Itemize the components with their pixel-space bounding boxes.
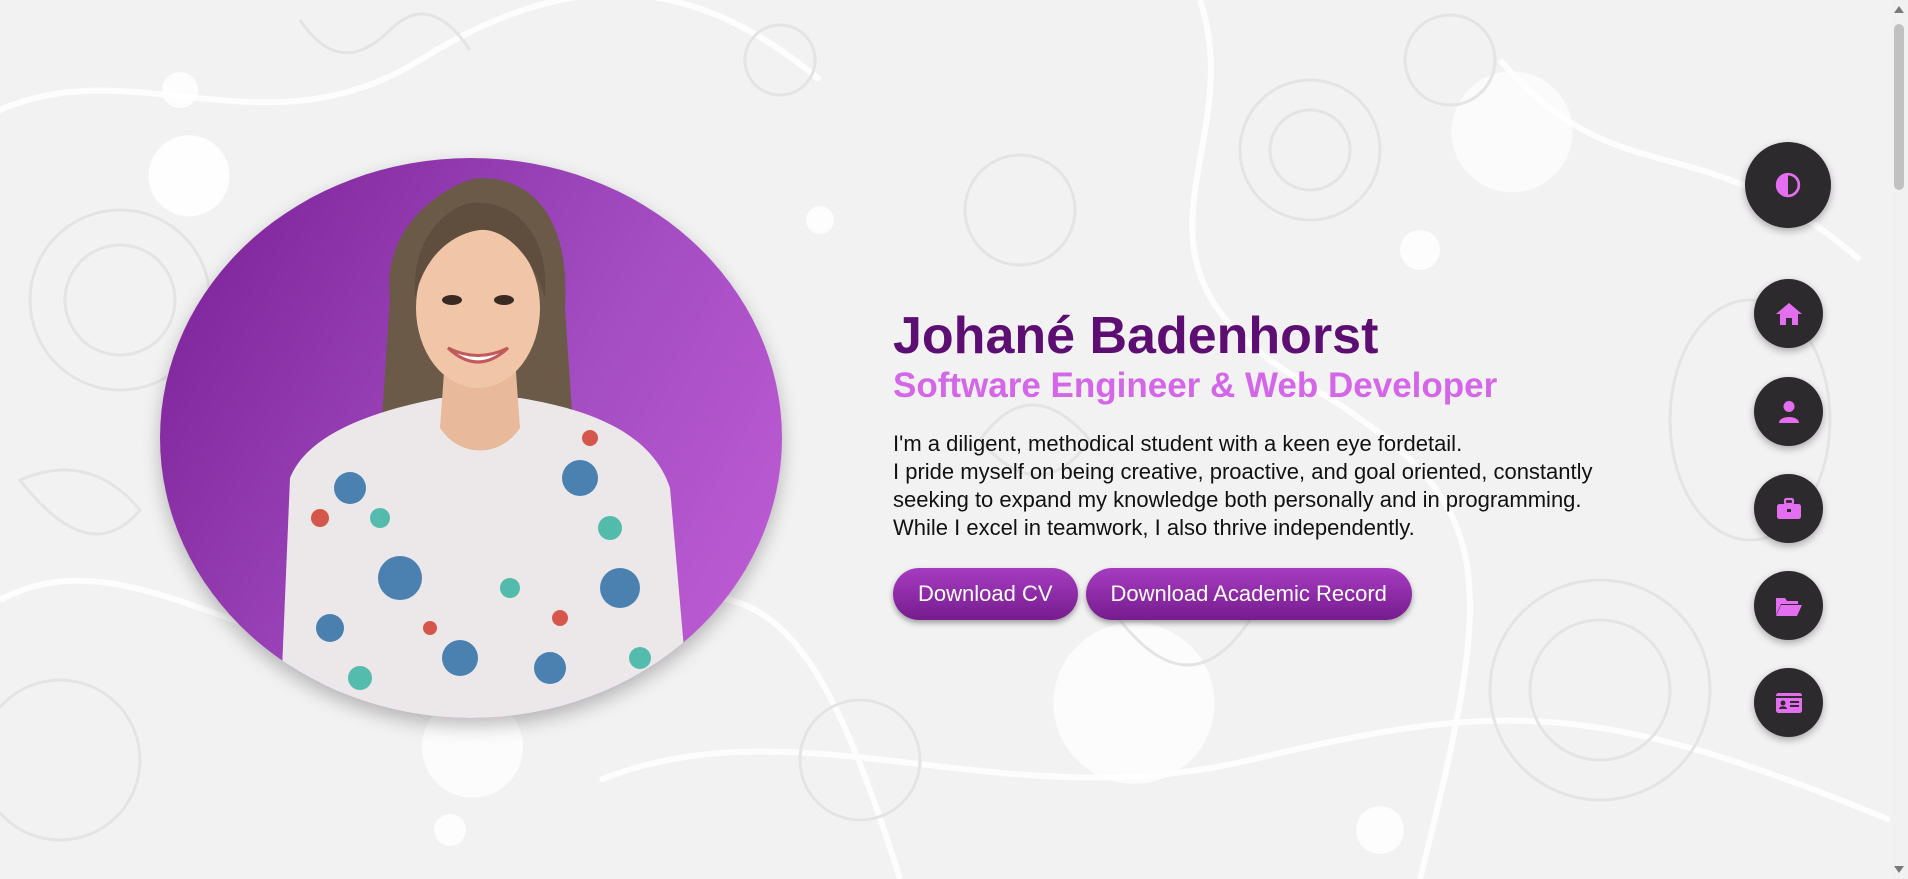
bio-line: seeking to expand my knowledge both pers… [893, 487, 1582, 512]
home-icon [1775, 302, 1802, 325]
profile-photo [160, 158, 782, 718]
contrast-icon [1775, 172, 1801, 198]
bio-line: While I excel in teamwork, I also thrive… [893, 515, 1415, 540]
nav-projects-button[interactable] [1754, 571, 1823, 640]
briefcase-icon [1776, 497, 1801, 519]
nav-contact-button[interactable] [1754, 668, 1823, 737]
scroll-up-arrow[interactable] [1894, 6, 1904, 13]
bio-line: I'm a diligent, methodical student with … [893, 431, 1463, 456]
theme-toggle-button[interactable] [1745, 142, 1831, 228]
nav-home-button[interactable] [1754, 279, 1823, 348]
scroll-thumb[interactable] [1894, 24, 1904, 190]
download-buttons: Download CV Download Academic Record [893, 568, 1673, 620]
download-cv-button[interactable]: Download CV [893, 568, 1078, 620]
folder-open-icon [1775, 597, 1802, 616]
nav-experience-button[interactable] [1754, 474, 1823, 543]
bio-text: I'm a diligent, methodical student with … [893, 430, 1673, 542]
nav-about-button[interactable] [1754, 377, 1823, 446]
profile-name: Johané Badenhorst [893, 307, 1379, 365]
user-icon [1778, 400, 1799, 423]
bio-line: I pride myself on being creative, proact… [893, 459, 1593, 484]
vertical-scrollbar[interactable] [1890, 0, 1908, 879]
download-academic-record-button[interactable]: Download Academic Record [1085, 568, 1412, 620]
profile-role: Software Engineer & Web Developer [893, 366, 1498, 405]
id-card-icon [1775, 692, 1802, 713]
scroll-down-arrow[interactable] [1894, 866, 1904, 873]
intro-section: Johané Badenhorst Software Engineer & We… [893, 306, 1673, 620]
